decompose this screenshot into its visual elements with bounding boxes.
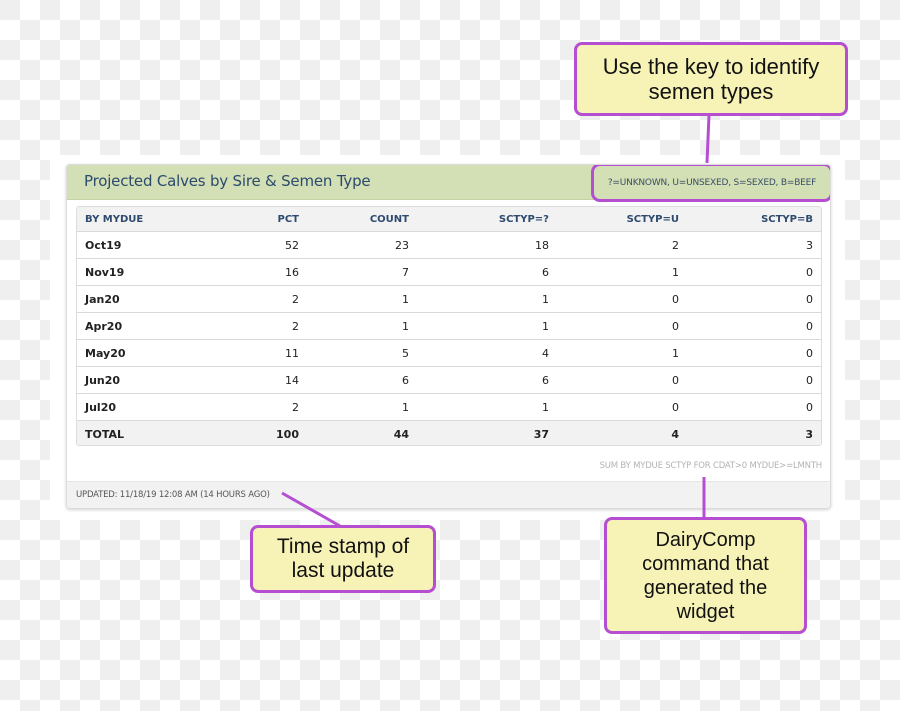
total-sctyp-beef: 3 [687,420,821,445]
cell-sctyp-unsexed: 2 [557,231,687,259]
cell-sctyp-unknown: 18 [417,231,557,259]
table-row: Jun20 14 6 6 0 0 [77,366,821,394]
cell-sctyp-unsexed: 0 [557,393,687,421]
cell-pct: 2 [237,393,307,421]
cell-pct: 11 [237,339,307,367]
table-row: Oct19 52 23 18 2 3 [77,231,821,259]
cell-sctyp-beef: 0 [687,258,821,286]
total-sctyp-unknown: 37 [417,420,557,445]
cell-sctyp-unsexed: 0 [557,285,687,313]
table-row: Jul20 2 1 1 0 0 [77,393,821,421]
cell-sctyp-unsexed: 1 [557,258,687,286]
semen-type-key: ?=UNKNOWN, U=UNSEXED, S=SEXED, B=BEEF [591,165,830,202]
cell-count: 7 [307,258,417,286]
calves-table: BY MYDUE PCT COUNT SCTYP=? SCTYP=U SCTYP… [77,207,821,445]
cell-mydue: Jul20 [77,393,237,421]
cell-sctyp-beef: 0 [687,312,821,340]
widget-header: Projected Calves by Sire & Semen Type ?=… [67,165,830,202]
cell-pct: 14 [237,366,307,394]
cell-mydue: Nov19 [77,258,237,286]
cell-count: 1 [307,312,417,340]
callout-key-hint: Use the key to identify semen types [574,42,848,116]
column-header-sctyp-unsexed[interactable]: SCTYP=U [557,207,687,232]
cell-pct: 52 [237,231,307,259]
cell-sctyp-beef: 0 [687,285,821,313]
column-header-pct[interactable]: PCT [237,207,307,232]
callout-command-hint: DairyComp command that generated the wid… [604,517,807,634]
cell-count: 6 [307,366,417,394]
total-count: 44 [307,420,417,445]
cell-count: 1 [307,393,417,421]
table-row: Apr20 2 1 1 0 0 [77,312,821,340]
cell-count: 23 [307,231,417,259]
cell-sctyp-unknown: 1 [417,285,557,313]
widget-title: Projected Calves by Sire & Semen Type [84,172,371,190]
cell-sctyp-unknown: 6 [417,366,557,394]
table-row: Jan20 2 1 1 0 0 [77,285,821,313]
cell-pct: 2 [237,312,307,340]
cell-sctyp-unknown: 1 [417,393,557,421]
column-header-sctyp-unknown[interactable]: SCTYP=? [417,207,557,232]
cell-sctyp-unsexed: 1 [557,339,687,367]
cell-count: 1 [307,285,417,313]
total-pct: 100 [237,420,307,445]
projected-calves-widget: Projected Calves by Sire & Semen Type ?=… [66,164,831,509]
cell-sctyp-unknown: 4 [417,339,557,367]
table-row: Nov19 16 7 6 1 0 [77,258,821,286]
column-header-by-mydue[interactable]: BY MYDUE [77,207,237,232]
cell-pct: 2 [237,285,307,313]
total-sctyp-unsexed: 4 [557,420,687,445]
cell-pct: 16 [237,258,307,286]
cell-sctyp-unknown: 6 [417,258,557,286]
total-row: TOTAL 100 44 37 4 3 [77,420,821,445]
callout-command-text: DairyComp command that generated the wid… [642,528,769,623]
cell-mydue: Jun20 [77,366,237,394]
cell-mydue: Apr20 [77,312,237,340]
callout-timestamp-hint: Time stamp of last update [250,525,436,593]
cell-count: 5 [307,339,417,367]
cell-sctyp-unsexed: 0 [557,312,687,340]
table-row: May20 11 5 4 1 0 [77,339,821,367]
callout-timestamp-text: Time stamp of last update [276,535,410,582]
cell-sctyp-beef: 0 [687,393,821,421]
total-label: TOTAL [77,420,237,445]
data-table-container: BY MYDUE PCT COUNT SCTYP=? SCTYP=U SCTYP… [76,206,822,446]
cell-sctyp-beef: 0 [687,366,821,394]
column-header-count[interactable]: COUNT [307,207,417,232]
cell-sctyp-unsexed: 0 [557,366,687,394]
cell-mydue: May20 [77,339,237,367]
column-header-sctyp-beef[interactable]: SCTYP=B [687,207,821,232]
cell-sctyp-beef: 0 [687,339,821,367]
callout-key-text: Use the key to identify semen types [602,54,820,104]
table-header-row: BY MYDUE PCT COUNT SCTYP=? SCTYP=U SCTYP… [77,207,821,232]
updated-timestamp: UPDATED: 11/18/19 12:08 AM (14 HOURS AGO… [76,490,270,500]
cell-mydue: Oct19 [77,231,237,259]
widget-footer: UPDATED: 11/18/19 12:08 AM (14 HOURS AGO… [67,481,830,508]
table-body: Oct19 52 23 18 2 3 Nov19 16 7 6 1 0 Jan2… [77,231,821,445]
dairycomp-command: SUM BY MYDUE SCTYP FOR CDAT>0 MYDUE>=LMN… [599,461,823,471]
cell-sctyp-unknown: 1 [417,312,557,340]
cell-sctyp-beef: 3 [687,231,821,259]
semen-type-key-text: ?=UNKNOWN, U=UNSEXED, S=SEXED, B=BEEF [607,177,817,188]
cell-mydue: Jan20 [77,285,237,313]
